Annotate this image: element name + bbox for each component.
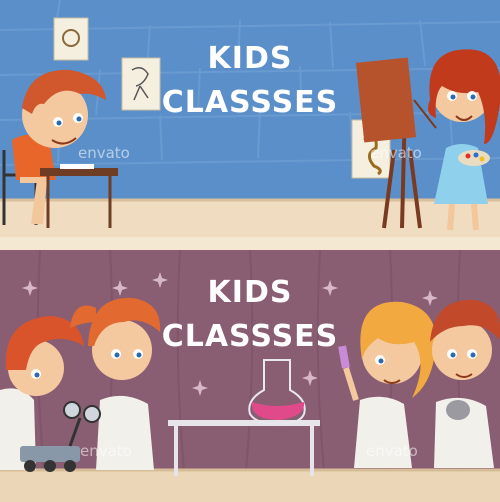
banner-divider <box>0 237 500 250</box>
top-banner-scene: KIDS CLASSSES envato envato <box>0 0 500 237</box>
top-floor <box>0 200 500 237</box>
top-title-line2: CLASSSES <box>162 85 339 120</box>
banners-canvas: KIDS CLASSSES envato envato KIDS CLASSSE… <box>0 0 500 502</box>
pinned-drawing-1 <box>53 17 89 61</box>
pinned-drawing-2 <box>121 57 161 111</box>
bottom-banner-scene: KIDS CLASSSES envato envato <box>0 250 500 502</box>
bottom-watermark-right: envato <box>366 442 418 460</box>
top-watermark-left: envato <box>78 144 130 162</box>
top-watermark-right: envato <box>370 144 422 162</box>
top-banner: KIDS CLASSSES envato envato <box>0 0 500 237</box>
top-title-line1: KIDS <box>208 41 293 76</box>
bottom-watermark-left: envato <box>80 442 132 460</box>
bottom-title-line1: KIDS <box>208 275 293 310</box>
bottom-title-line2: CLASSSES <box>162 319 339 354</box>
bottom-floor <box>0 470 500 502</box>
bottom-banner: KIDS CLASSSES envato envato <box>0 250 500 502</box>
